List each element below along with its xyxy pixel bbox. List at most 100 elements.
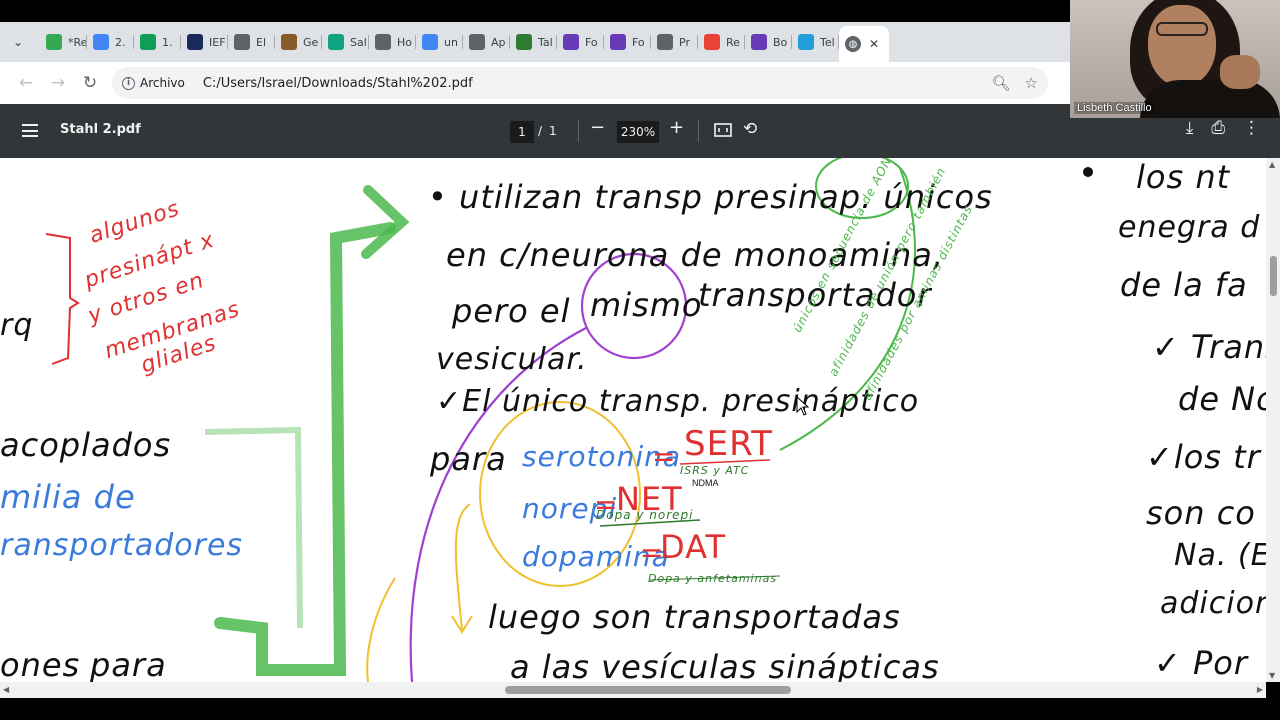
address-bar[interactable]: i Archivo C:/Users/Israel/Downloads/Stah… [112, 67, 1048, 99]
scroll-left-icon[interactable]: ◀ [3, 685, 9, 694]
tab-7[interactable]: Ho [369, 27, 416, 57]
zoom-magnifier-icon[interactable]: 🔍︎ [992, 74, 1011, 92]
tab-active-pdf[interactable]: ◍ ✕ [839, 26, 889, 62]
tab-9[interactable]: Ap [463, 27, 510, 57]
note-left-fragment: ones [0, 646, 81, 682]
close-tab-icon[interactable]: ✕ [869, 37, 879, 51]
note-right-line: de la fa [1120, 266, 1248, 304]
nt-drug-note: ISRS y ATC [680, 464, 750, 477]
tab-label: Bo [773, 35, 788, 49]
nt-drug-note: Dopa y anfetaminas [648, 572, 778, 585]
tab-3[interactable]: IEF [181, 27, 228, 57]
note-left-fragment: acoplados [0, 426, 172, 464]
toolbar-divider [698, 120, 699, 142]
tab-label: Fo [632, 35, 645, 49]
app-icon [469, 34, 485, 50]
rotate-icon[interactable]: ⟲ [743, 119, 763, 139]
note-right-line: ✓los tr [1146, 438, 1261, 476]
horizontal-scrollbar[interactable]: ◀ ▶ [0, 682, 1266, 698]
participant-glasses [1156, 22, 1208, 36]
globe-icon [234, 34, 250, 50]
note-right-line: de No [1178, 380, 1266, 418]
tab-label: Ap [491, 35, 506, 49]
more-options-icon[interactable]: ⋮ [1243, 118, 1260, 138]
zoom-out-button[interactable]: − [590, 117, 605, 138]
pdf-page: rq acoplados ones para algunos presinápt… [0, 158, 1266, 682]
scroll-up-icon[interactable]: ▲ [1269, 160, 1275, 169]
reload-button[interactable]: ↻ [74, 67, 106, 99]
site-info-chip[interactable]: i Archivo [122, 76, 195, 90]
note-left-fragment: rq [0, 308, 34, 343]
tab-11[interactable]: Fo [557, 27, 604, 57]
site-label: Archivo [140, 76, 185, 90]
zoom-level-input[interactable]: 230% [617, 121, 659, 143]
info-icon: i [122, 76, 135, 90]
tab-15[interactable]: Bo [745, 27, 792, 57]
tab-2[interactable]: 1. [134, 27, 181, 57]
note-left-fragment: para [90, 646, 167, 682]
note-blue-line: ransportadores [0, 528, 244, 563]
tab-label: IEF [209, 35, 226, 49]
back-button[interactable]: ← [10, 67, 42, 99]
tab-label: Ho [397, 35, 413, 49]
globe-icon [657, 34, 673, 50]
fit-to-page-icon[interactable] [713, 120, 733, 140]
tab-4[interactable]: El [228, 27, 275, 57]
tab-label: *Re [68, 35, 87, 49]
page-total: 1 [549, 124, 557, 138]
tab-8[interactable]: un [416, 27, 463, 57]
tab-0[interactable]: *Re [40, 27, 87, 57]
tab-strip: ⌄ *Re 2. 1. IEF El Ge Sal Ho un Ap Tal Fo Fo Pr Re Bo Te… [0, 22, 1070, 62]
tab-16[interactable]: Tel [792, 27, 839, 57]
note-main-line: para [430, 440, 507, 478]
tab-search-dropdown-icon[interactable]: ⌄ [6, 30, 30, 54]
note-right-line: son co [1146, 494, 1256, 532]
image-icon [281, 34, 297, 50]
tab-label: 2. [115, 35, 126, 49]
openai-icon [328, 34, 344, 50]
tab-5[interactable]: Ge [275, 27, 322, 57]
zoom-in-button[interactable]: + [669, 117, 684, 138]
forms-icon [751, 34, 767, 50]
nt-equals: = [652, 440, 677, 473]
forms-icon [563, 34, 579, 50]
nt-drug-note: Dopa y norepi [596, 508, 694, 522]
tab-label: Pr [679, 35, 690, 49]
vertical-scrollbar[interactable]: ▲ ▼ [1266, 158, 1280, 682]
download-icon[interactable]: ⤓ [1186, 118, 1194, 138]
url-text[interactable]: C:/Users/Israel/Downloads/Stahl%202.pdf [203, 76, 473, 91]
note-bottom-line: luego son transportadas [488, 598, 901, 636]
printed-label: NDMA [692, 478, 719, 488]
globe-icon: ◍ [845, 36, 861, 52]
tab-label: Fo [585, 35, 598, 49]
tab-10[interactable]: Tal [510, 27, 557, 57]
person-icon [516, 34, 532, 50]
forms-icon [610, 34, 626, 50]
scroll-right-icon[interactable]: ▶ [1257, 685, 1263, 694]
tab-1[interactable]: 2. [87, 27, 134, 57]
tab-12[interactable]: Fo [604, 27, 651, 57]
tab-6[interactable]: Sal [322, 27, 369, 57]
video-call-tile[interactable]: Lisbeth Castillo [1070, 0, 1280, 118]
vertical-scroll-thumb[interactable] [1270, 256, 1277, 296]
screen: ⌄ *Re 2. 1. IEF El Ge Sal Ho un Ap Tal Fo Fo Pr Re Bo Te… [0, 0, 1280, 720]
toolbar-divider [578, 120, 579, 142]
google-drive-icon [46, 34, 62, 50]
menu-icon[interactable] [22, 124, 38, 137]
participant-name: Lisbeth Castillo [1074, 102, 1155, 114]
forward-button[interactable]: → [42, 67, 74, 99]
note-right-line: ✓ Trans [1152, 328, 1266, 366]
print-icon[interactable]: ⎙ [1211, 118, 1225, 138]
scroll-down-icon[interactable]: ▼ [1269, 671, 1275, 680]
omnibox-actions: 🔍︎ ☆ [992, 67, 1039, 99]
page-number-input[interactable]: 1 [510, 121, 534, 143]
tab-label: 1. [162, 35, 173, 49]
mouse-cursor-icon [796, 396, 810, 416]
bookmark-star-icon[interactable]: ☆ [1025, 74, 1038, 92]
note-main-line: pero el [452, 292, 571, 330]
nt-transporter: SERT [684, 424, 773, 464]
tab-label: Tal [538, 35, 553, 49]
horizontal-scroll-thumb[interactable] [505, 686, 791, 694]
tab-13[interactable]: Pr [651, 27, 698, 57]
tab-14[interactable]: Re [698, 27, 745, 57]
